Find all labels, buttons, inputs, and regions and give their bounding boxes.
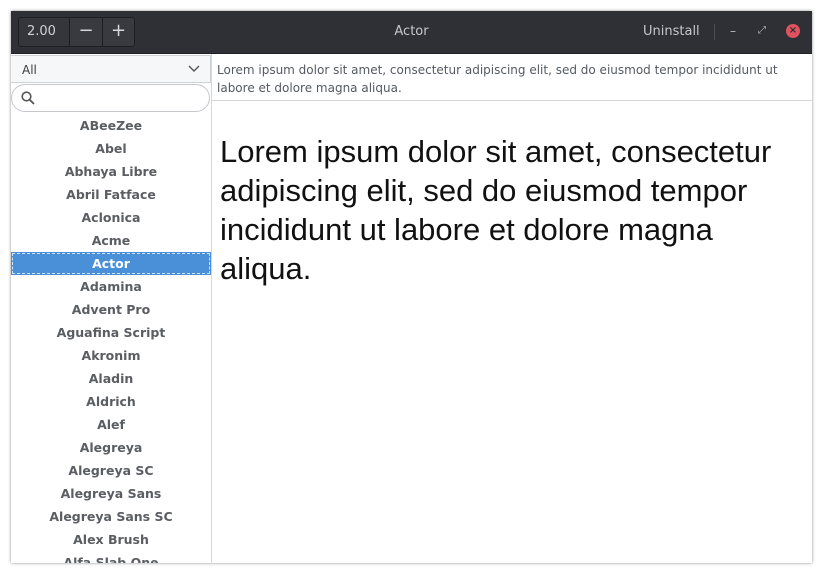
font-list-item[interactable]: Alegreya SC xyxy=(11,459,211,482)
font-list-item[interactable]: Adamina xyxy=(11,275,211,298)
font-list-item[interactable]: Abel xyxy=(11,137,211,160)
minimize-icon[interactable]: – xyxy=(725,23,741,39)
font-list-item[interactable]: Aldrich xyxy=(11,390,211,413)
font-list-item[interactable]: Abril Fatface xyxy=(11,183,211,206)
font-list-item[interactable]: Advent Pro xyxy=(11,298,211,321)
search-icon xyxy=(20,90,36,106)
font-list-item[interactable]: Actor xyxy=(11,252,211,275)
font-list-item[interactable]: Alegreya xyxy=(11,436,211,459)
font-viewer-window: 2.00 − + Actor Uninstall – ⤢ × All ABeeZ… xyxy=(11,11,812,563)
category-filter-value: All xyxy=(22,63,37,77)
sidebar: All ABeeZee Abel Abhaya Libre Abril Fatface… xyxy=(11,54,212,563)
font-list-item[interactable]: Alegreya Sans xyxy=(11,482,211,505)
font-list-item[interactable]: Acme xyxy=(11,229,211,252)
font-list-item[interactable]: Aladin xyxy=(11,367,211,390)
category-filter-dropdown[interactable]: All xyxy=(11,55,211,83)
uninstall-button[interactable]: Uninstall xyxy=(643,24,700,39)
chevron-down-icon xyxy=(188,59,200,83)
maximize-icon[interactable]: ⤢ xyxy=(754,23,770,39)
font-list-item[interactable]: Alex Brush xyxy=(11,528,211,551)
font-list-item[interactable]: Alegreya Sans SC xyxy=(11,505,211,528)
sample-text-entry[interactable]: Lorem ipsum dolor sit amet, consectetur … xyxy=(212,54,812,101)
headerbar-separator xyxy=(714,24,715,40)
search-field[interactable] xyxy=(11,84,210,112)
preview-pane: Lorem ipsum dolor sit amet, consectetur … xyxy=(212,54,812,563)
headerbar: 2.00 − + Actor Uninstall – ⤢ × xyxy=(11,11,812,54)
font-list-item[interactable]: Alef xyxy=(11,413,211,436)
font-list-item[interactable]: Alfa Slab One xyxy=(11,551,211,563)
font-list-item[interactable]: ABeeZee xyxy=(11,114,211,137)
font-list-item[interactable]: Aguafina Script xyxy=(11,321,211,344)
font-list: ABeeZee Abel Abhaya Libre Abril Fatface Aclo… xyxy=(11,114,211,563)
search-input[interactable] xyxy=(42,89,206,109)
font-list-item[interactable]: Aclonica xyxy=(11,206,211,229)
font-list-item[interactable]: Abhaya Libre xyxy=(11,160,211,183)
close-icon[interactable]: × xyxy=(786,24,800,38)
font-preview-text: Lorem ipsum dolor sit amet, consectetur … xyxy=(220,134,772,286)
font-list-item[interactable]: Akronim xyxy=(11,344,211,367)
